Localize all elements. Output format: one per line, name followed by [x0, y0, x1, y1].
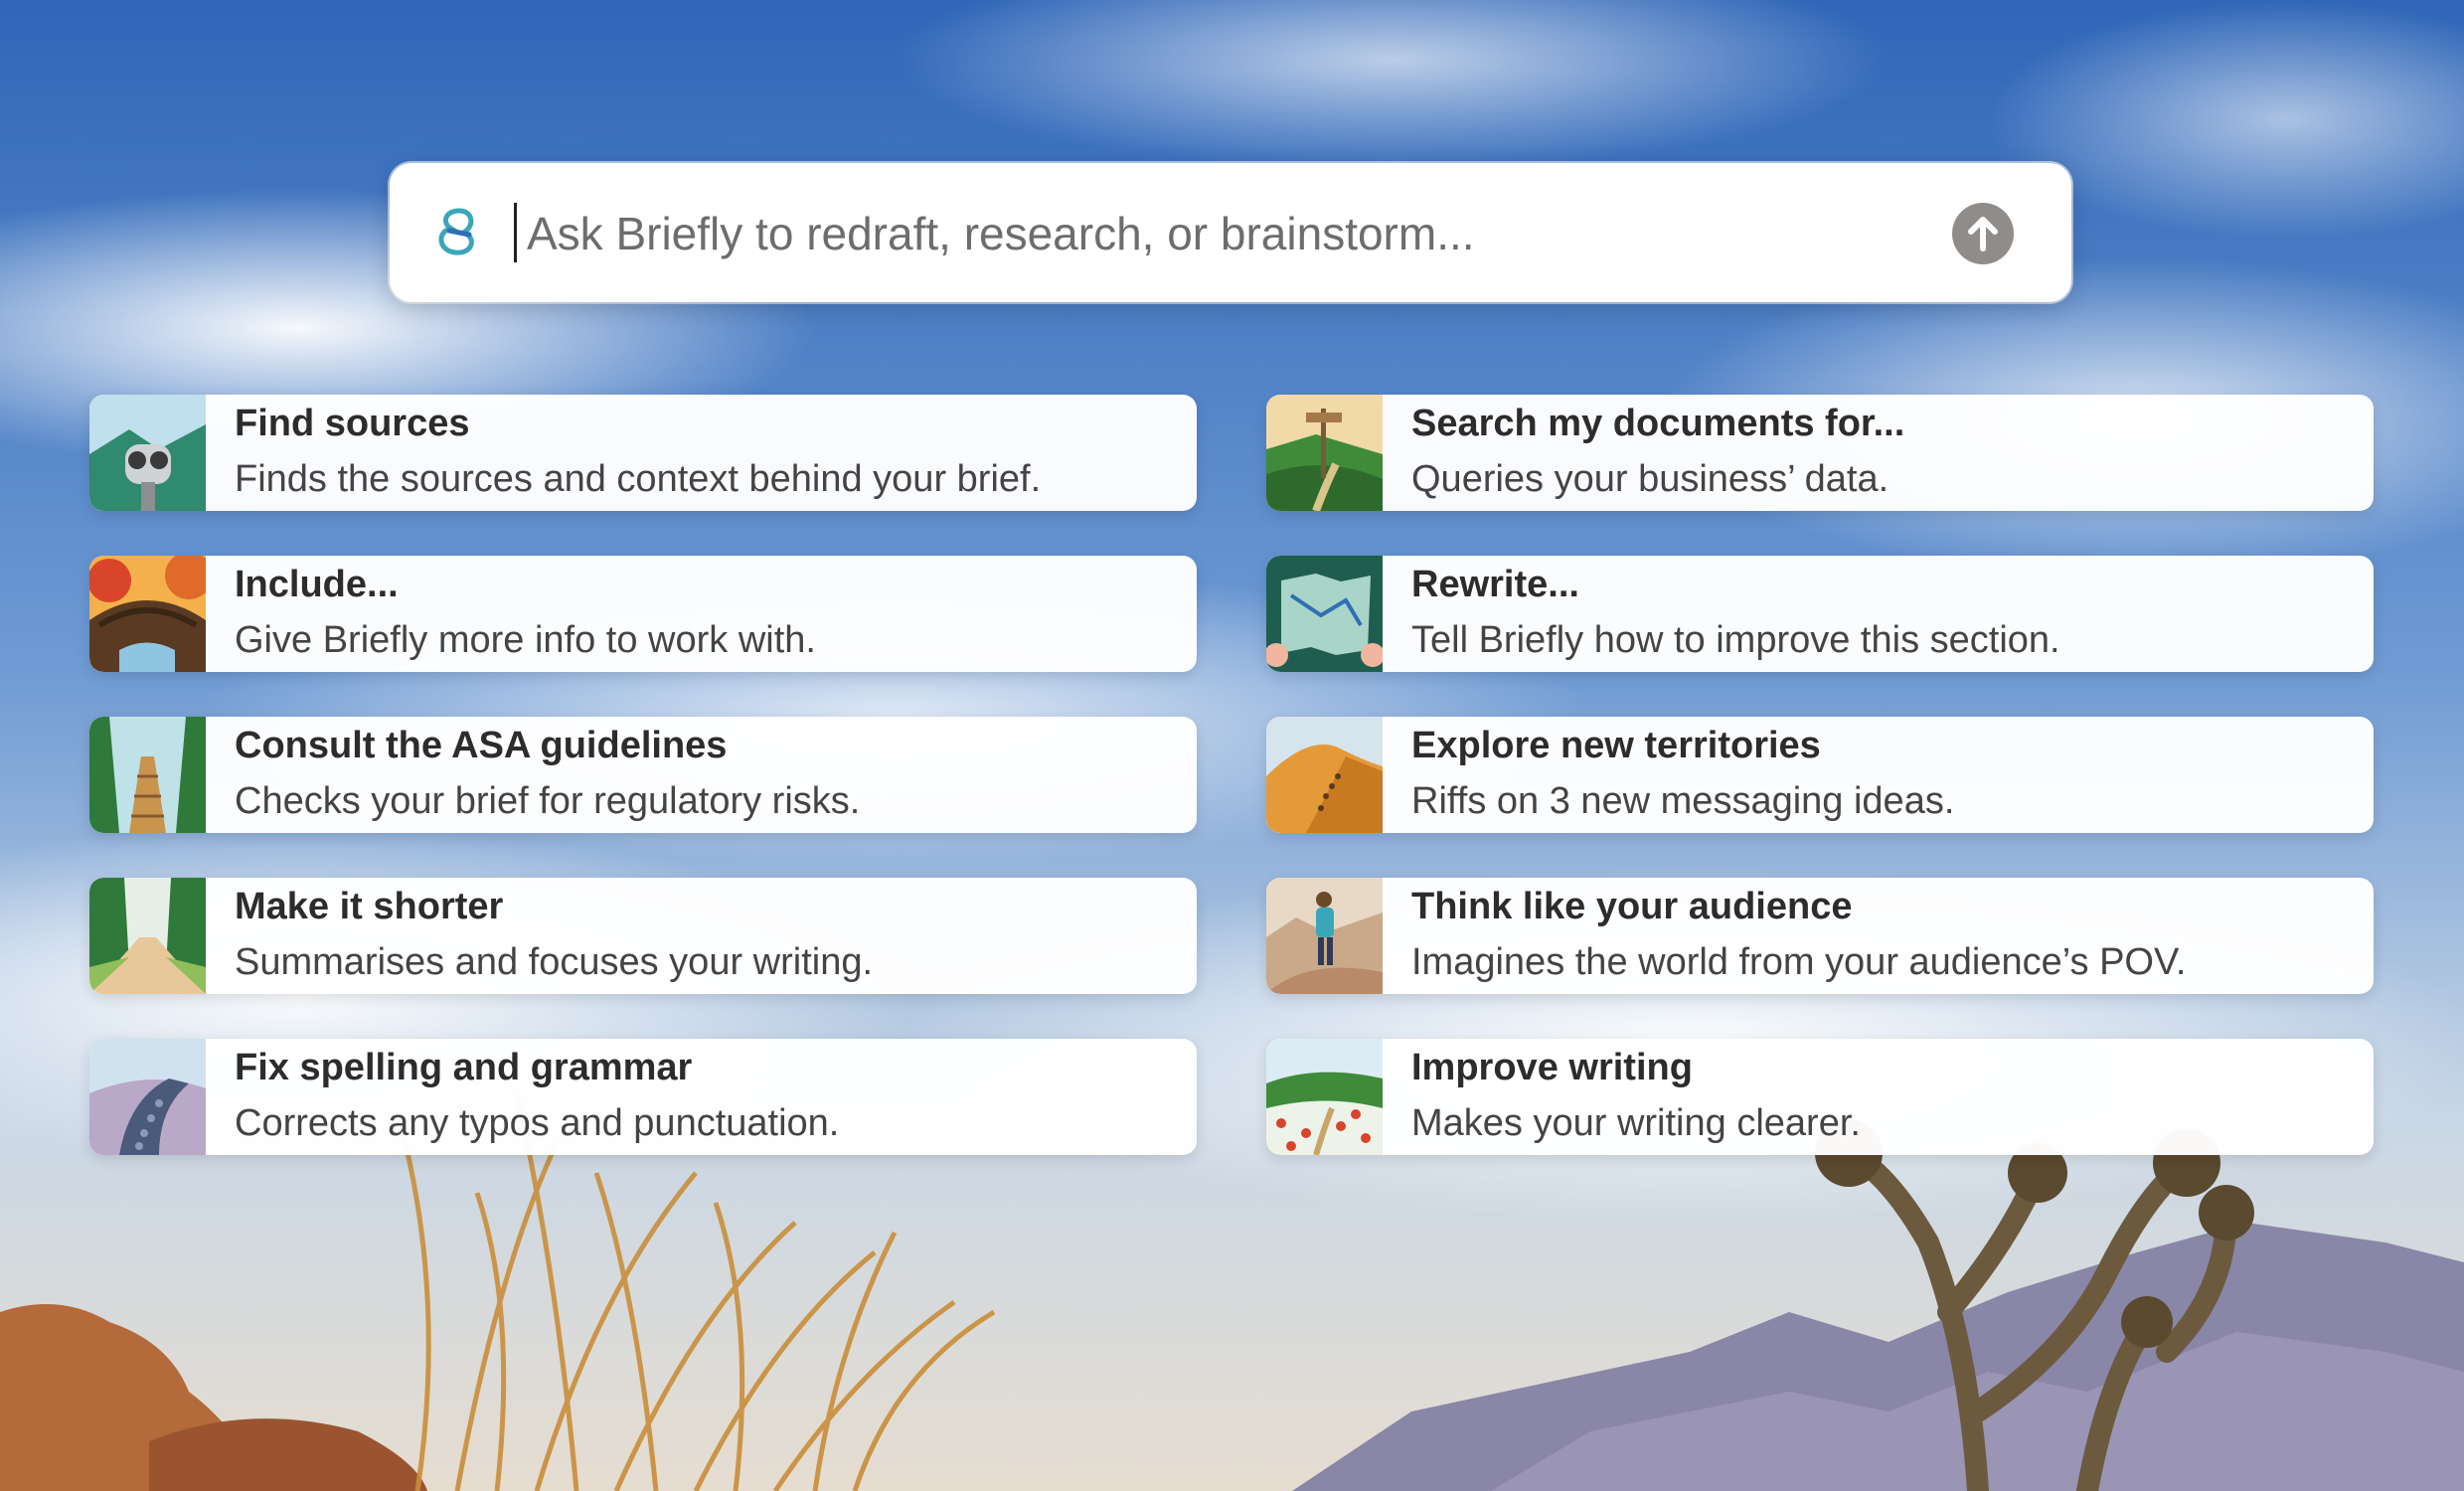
- hiker-illustration: [1266, 878, 1383, 994]
- binoculars-illustration: [89, 395, 206, 511]
- action-fix-spelling[interactable]: Fix spelling and grammar Corrects any ty…: [89, 1039, 1197, 1155]
- flower-meadow-illustration: [1266, 1039, 1383, 1155]
- action-description: Give Briefly more info to work with.: [235, 619, 816, 661]
- action-description: Corrects any typos and punctuation.: [235, 1102, 840, 1144]
- action-search-documents[interactable]: Search my documents for... Queries your …: [1266, 395, 2374, 511]
- briefly-logo-icon: [429, 205, 485, 260]
- action-find-sources[interactable]: Find sources Finds the sources and conte…: [89, 395, 1197, 511]
- action-description: Finds the sources and context behind you…: [235, 458, 1042, 500]
- text-cursor: [514, 203, 517, 262]
- action-description: Summarises and focuses your writing.: [235, 941, 874, 983]
- tree-lined-path-illustration: [89, 878, 206, 994]
- action-title: Search my documents for...: [1411, 403, 1905, 444]
- map-illustration: [1266, 556, 1383, 672]
- arrow-up-icon: [1968, 217, 1998, 251]
- action-rewrite[interactable]: Rewrite... Tell Briefly how to improve t…: [1266, 556, 2374, 672]
- action-think-audience[interactable]: Think like your audience Imagines the wo…: [1266, 878, 2374, 994]
- cobblestone-path-illustration: [89, 1039, 206, 1155]
- action-description: Tell Briefly how to improve this section…: [1411, 619, 2060, 661]
- bridge-illustration: [89, 556, 206, 672]
- action-title: Consult the ASA guidelines: [235, 725, 728, 766]
- desert-dunes-illustration: [1266, 717, 1383, 833]
- action-description: Queries your business’ data.: [1411, 458, 1889, 500]
- action-description: Checks your brief for regulatory risks.: [235, 780, 861, 822]
- action-title: Improve writing: [1411, 1047, 1693, 1088]
- action-title: Explore new territories: [1411, 725, 1821, 766]
- forest-bridge-illustration: [89, 717, 206, 833]
- signpost-illustration: [1266, 395, 1383, 511]
- action-include[interactable]: Include... Give Briefly more info to wor…: [89, 556, 1197, 672]
- action-explore-territories[interactable]: Explore new territories Riffs on 3 new m…: [1266, 717, 2374, 833]
- prompt-input[interactable]: [525, 193, 1821, 274]
- prompt-bar[interactable]: [390, 163, 2071, 302]
- action-description: Riffs on 3 new messaging ideas.: [1411, 780, 1955, 822]
- action-title: Include...: [235, 564, 399, 605]
- action-description: Makes your writing clearer.: [1411, 1102, 1861, 1144]
- action-make-shorter[interactable]: Make it shorter Summarises and focuses y…: [89, 878, 1197, 994]
- action-title: Find sources: [235, 403, 470, 444]
- action-title: Fix spelling and grammar: [235, 1047, 693, 1088]
- action-title: Think like your audience: [1411, 886, 1853, 927]
- action-title: Make it shorter: [235, 886, 504, 927]
- action-title: Rewrite...: [1411, 564, 1579, 605]
- action-description: Imagines the world from your audience’s …: [1411, 941, 2187, 983]
- send-button[interactable]: [1952, 203, 2014, 264]
- action-consult-asa[interactable]: Consult the ASA guidelines Checks your b…: [89, 717, 1197, 833]
- action-improve-writing[interactable]: Improve writing Makes your writing clear…: [1266, 1039, 2374, 1155]
